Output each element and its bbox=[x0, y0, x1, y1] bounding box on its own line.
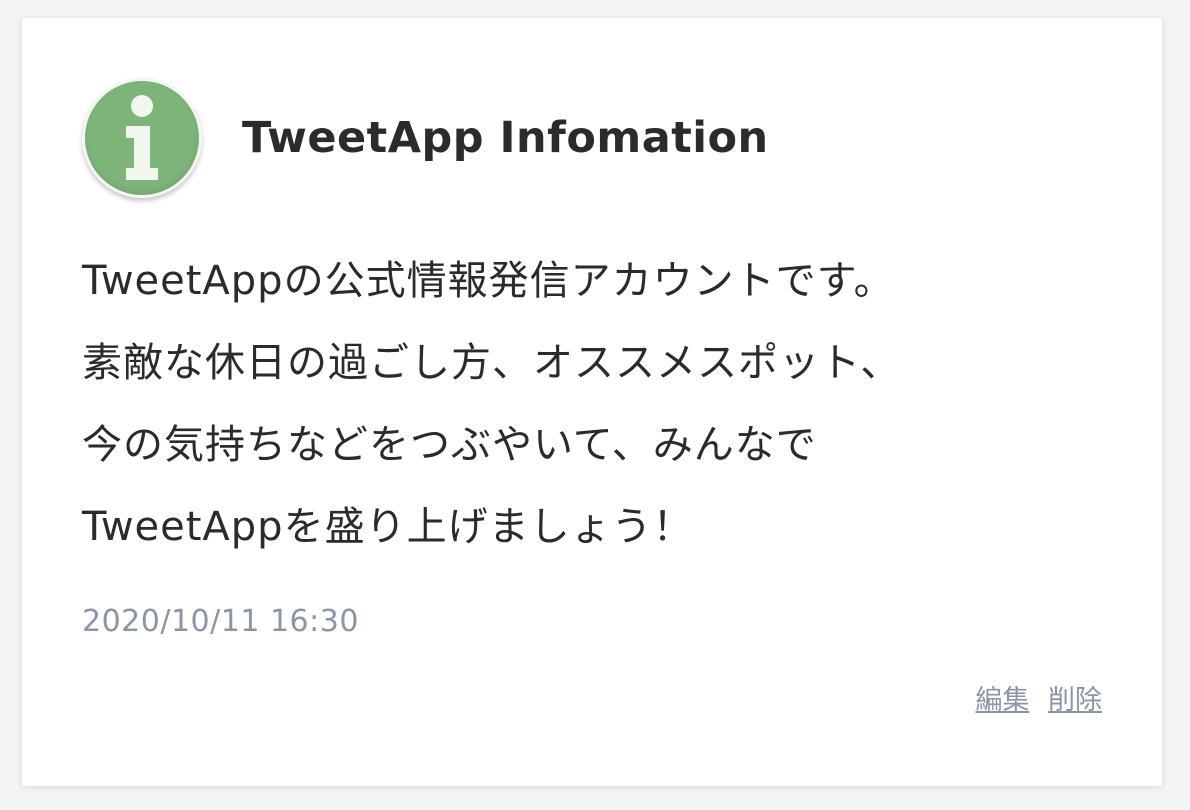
post-content-line: 今の気持ちなどをつぶやいて、みんなで bbox=[82, 422, 817, 468]
delete-link[interactable]: 削除 bbox=[1048, 685, 1102, 716]
post-content-line: TweetAppの公式情報発信アカウントです。 bbox=[82, 258, 895, 304]
edit-link[interactable]: 編集 bbox=[975, 685, 1029, 716]
post-menus: 編集 削除 bbox=[975, 678, 1102, 717]
post-card: TweetApp Infomation TweetAppの公式情報発信アカウント… bbox=[22, 18, 1162, 786]
post-content-line: 素敵な休日の過ごし方、オススメスポット、 bbox=[82, 340, 902, 386]
post-timestamp: 2020/10/11 16:30 bbox=[82, 604, 359, 639]
info-icon bbox=[126, 95, 158, 180]
avatar[interactable] bbox=[82, 78, 202, 198]
post-content: TweetAppの公式情報発信アカウントです。 素敵な休日の過ごし方、オススメス… bbox=[82, 240, 1082, 568]
post-user: TweetApp Infomation bbox=[82, 76, 769, 200]
post-content-line: TweetAppを盛り上げましょう！ bbox=[82, 504, 694, 550]
user-name[interactable]: TweetApp Infomation bbox=[242, 113, 769, 163]
